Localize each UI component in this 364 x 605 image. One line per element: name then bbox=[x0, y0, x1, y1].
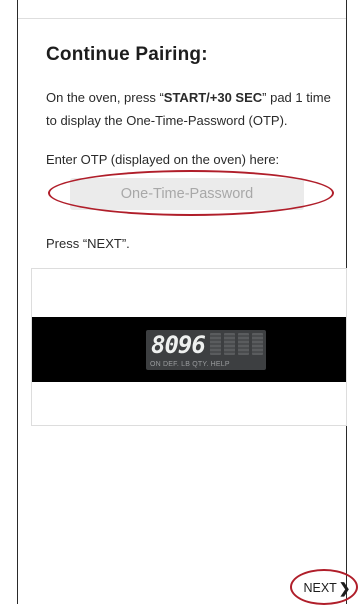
top-divider bbox=[18, 18, 346, 19]
oven-panel: 8096 ON DEF. LB QTY. HELP bbox=[32, 317, 346, 382]
start-pad-label: START/+30 SEC bbox=[163, 90, 263, 105]
instructions-prefix: On the oven, press “ bbox=[46, 90, 164, 105]
pairing-instructions: On the oven, press “START/+30 SEC” pad 1… bbox=[46, 86, 336, 132]
next-label: NEXT bbox=[303, 581, 337, 595]
oven-lcd-display: 8096 ON DEF. LB QTY. HELP bbox=[146, 330, 266, 370]
oven-display-image: 8096 ON DEF. LB QTY. HELP bbox=[31, 268, 347, 426]
page-title: Continue Pairing: bbox=[46, 44, 208, 65]
next-button[interactable]: NEXT ❯ bbox=[297, 577, 357, 599]
chevron-right-icon: ❯ bbox=[338, 579, 351, 596]
unlit-segments bbox=[210, 333, 263, 355]
otp-label: Enter OTP (displayed on the oven) here: bbox=[46, 152, 280, 167]
otp-digits: 8096 bbox=[151, 331, 206, 359]
otp-input[interactable] bbox=[70, 178, 304, 210]
press-next-instruction: Press “NEXT”. bbox=[46, 236, 130, 251]
display-mode-labels: ON DEF. LB QTY. HELP bbox=[150, 361, 230, 368]
pairing-screen: Continue Pairing: On the oven, press “ST… bbox=[17, 0, 358, 605]
